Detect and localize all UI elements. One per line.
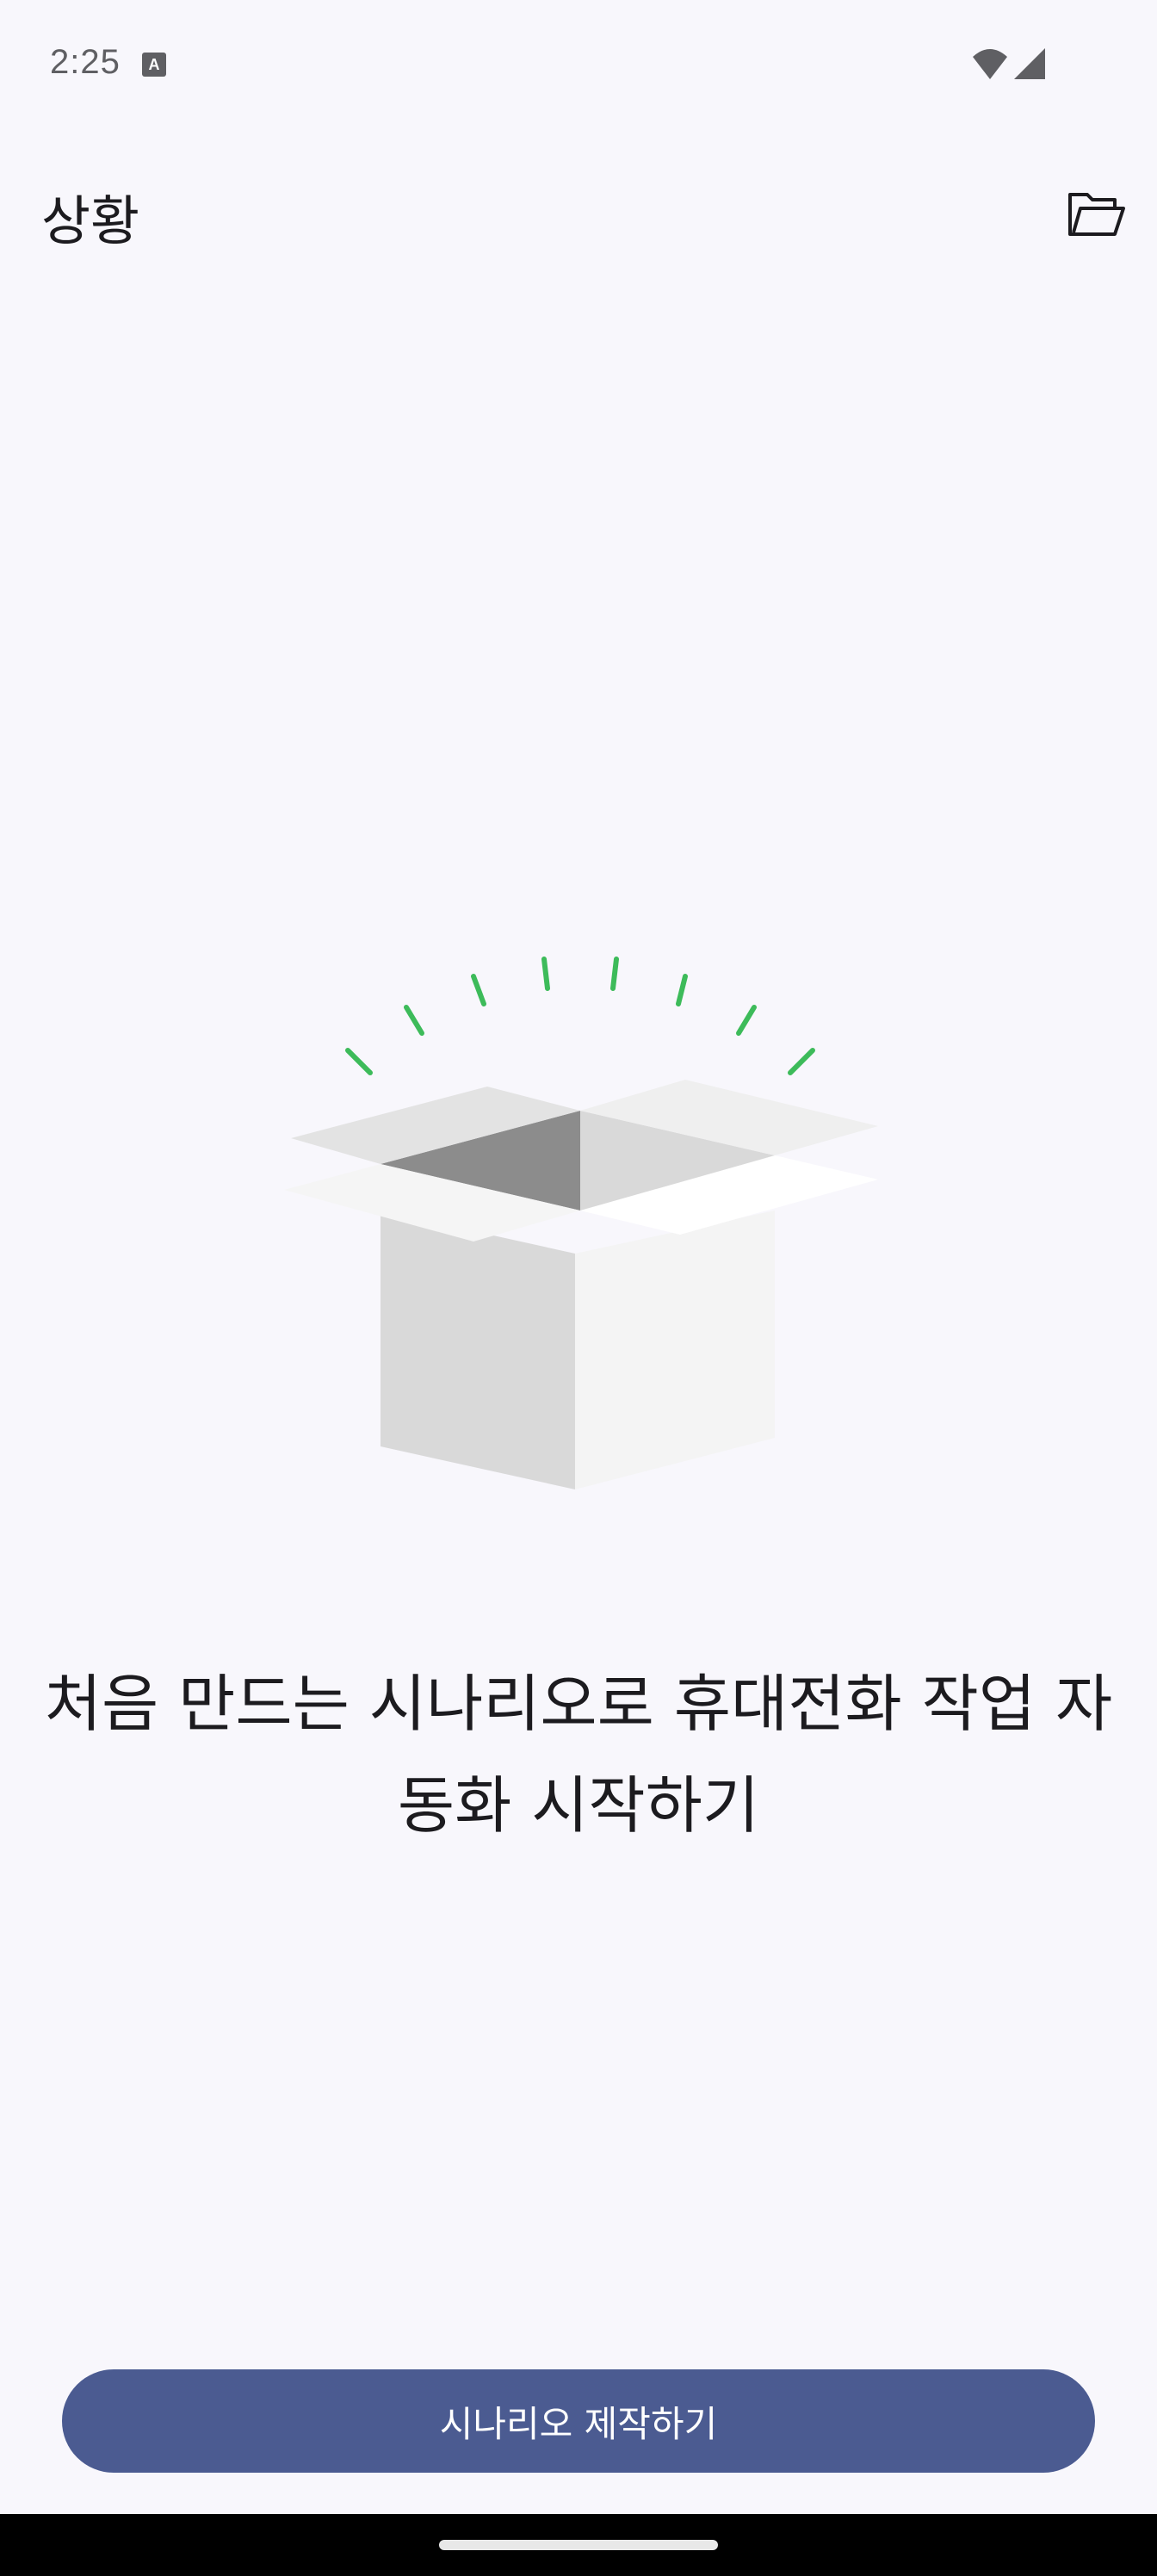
text-a-icon: A bbox=[142, 53, 166, 77]
home-gesture-handle[interactable] bbox=[439, 2540, 718, 2550]
wifi-icon bbox=[973, 49, 1007, 79]
app-bar: 상황 bbox=[0, 164, 1157, 267]
page-title: 상황 bbox=[41, 189, 140, 252]
folder-open-icon bbox=[1068, 193, 1125, 236]
navigation-bar bbox=[0, 2514, 1157, 2576]
status-bar: 2:25 A bbox=[0, 0, 1157, 129]
open-folder-button[interactable] bbox=[1061, 179, 1133, 251]
create-scenario-button[interactable]: 시나리오 제작하기 bbox=[62, 2369, 1095, 2473]
screen: 2:25 A 상황 처음 만드는 시나리오로 휴대전화 작업 자동화 시작하기 … bbox=[0, 0, 1157, 2576]
open-box-illustration bbox=[284, 957, 878, 1489]
status-time: 2:25 bbox=[50, 43, 121, 81]
empty-state-message: 처음 만드는 시나리오로 휴대전화 작업 자동화 시작하기 bbox=[44, 1668, 1113, 1842]
cell-signal-icon bbox=[1014, 48, 1045, 79]
sparkle-rays bbox=[345, 957, 815, 1075]
svg-text:A: A bbox=[149, 56, 160, 73]
